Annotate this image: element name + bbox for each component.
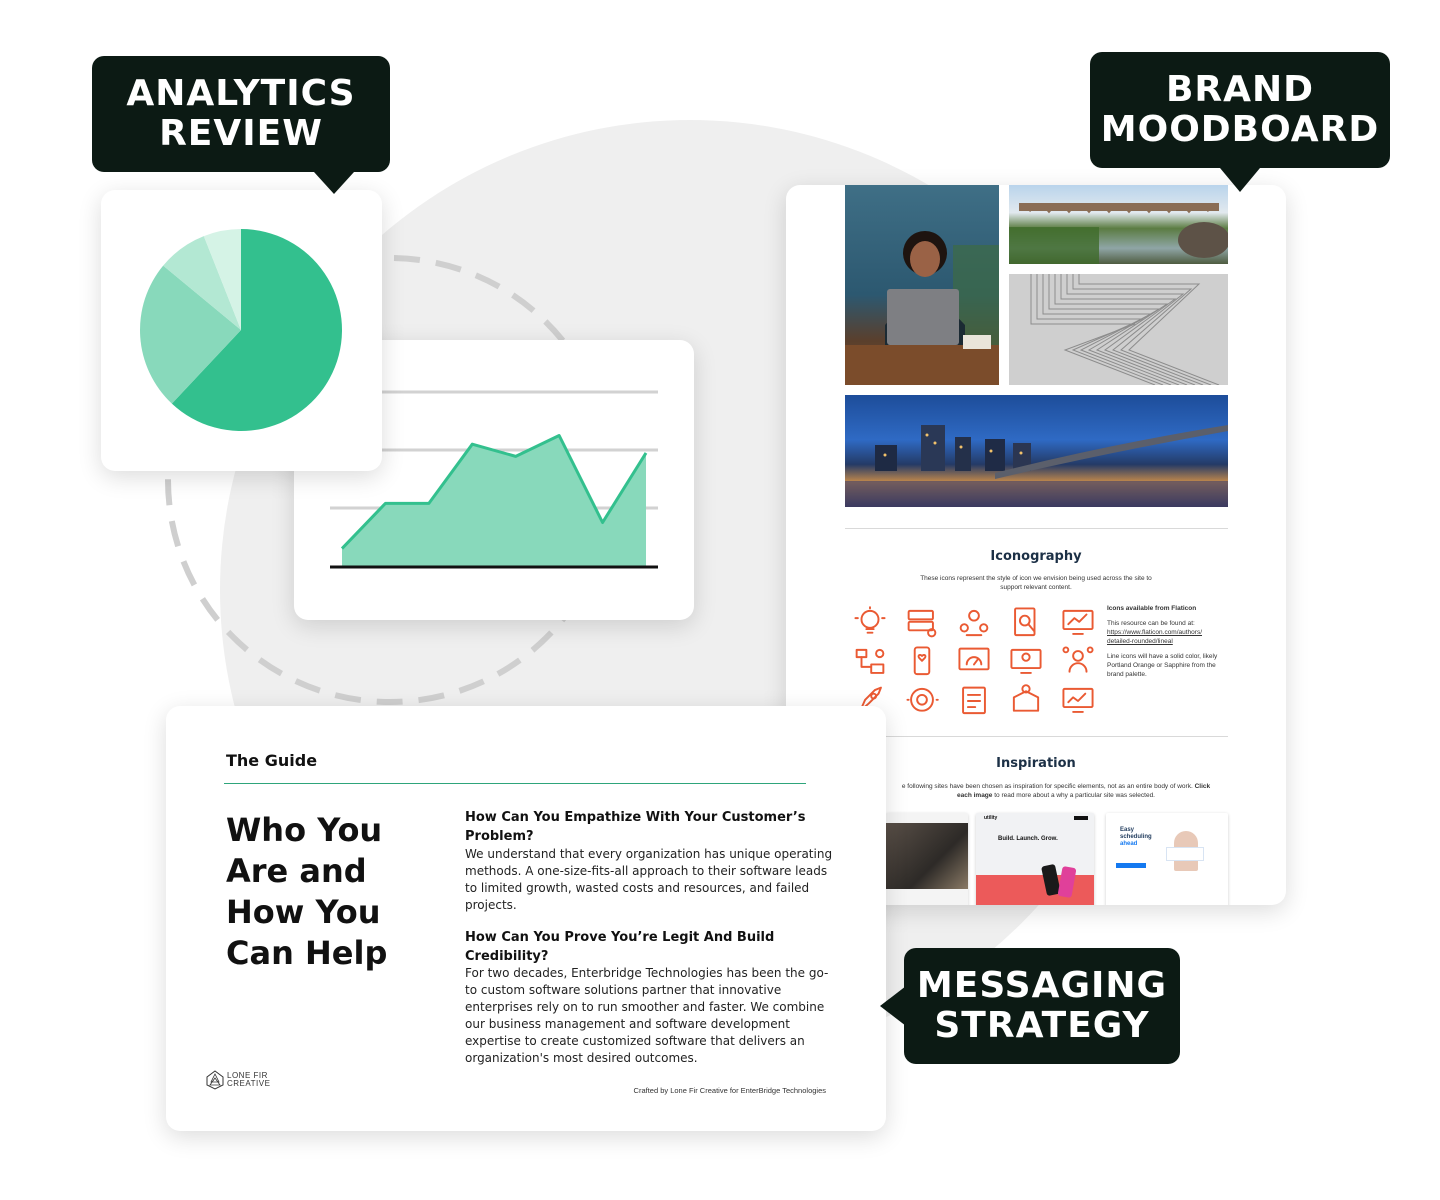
iconography-intro: These icons represent the style of icon … (920, 575, 1152, 591)
photo-line-pattern (1009, 274, 1228, 385)
user-network-icon (1052, 642, 1104, 681)
brand-moodboard-callout: BRAND MOODBOARD (1090, 52, 1390, 192)
pie-chart (140, 229, 343, 431)
guide-footer: Crafted by Lone Fir Creative for EnterBr… (633, 1086, 826, 1095)
analytics-monitor-icon (1052, 603, 1104, 642)
guide-question-1: How Can You Empathize With Your Customer… (465, 810, 806, 844)
flaticon-link[interactable]: https://www.flaticon.com/authors/ detail… (1107, 628, 1237, 646)
analytics-review-callout: ANALYTICS REVIEW (92, 56, 390, 194)
dashboard-icon (948, 642, 1000, 681)
inspiration-thumb-3[interactable]: Easy scheduling ahead (1106, 813, 1228, 905)
box-settings-icon (1000, 681, 1052, 720)
moodboard-divider-1 (845, 528, 1228, 529)
fir-tree-icon (206, 1070, 224, 1090)
team-icon (948, 603, 1000, 642)
lightbulb-icon (844, 603, 896, 642)
guide-divider (224, 783, 806, 784)
guide-card: The Guide Who You Are and How You Can He… (166, 706, 886, 1131)
inspiration-intro: e following sites have been chosen as in… (901, 783, 1211, 799)
inspiration-thumb-2[interactable]: utility Build. Launch. Grow. (976, 813, 1094, 905)
document-search-icon (1000, 603, 1052, 642)
inspiration-thumb-1[interactable] (886, 813, 968, 905)
guide-answer-1: We understand that every organization ha… (465, 847, 833, 912)
guide-title: Who You Are and How You Can Help (226, 811, 388, 972)
lone-fir-logo: LONE FIR CREATIVE (206, 1070, 270, 1090)
code-settings-icon (896, 603, 948, 642)
icon-grid (844, 603, 1104, 720)
checklist-icon (948, 681, 1000, 720)
iconography-heading: Iconography (990, 549, 1082, 564)
guide-question-2: How Can You Prove You’re Legit And Build… (465, 930, 775, 964)
workflow-icon (844, 642, 896, 681)
photo-woman-laptop (845, 185, 999, 385)
photo-river-bridge (1009, 185, 1228, 264)
mobile-heart-icon (896, 642, 948, 681)
iconography-source-note: Icons available from Flaticon This resou… (1107, 604, 1237, 679)
monitor-idea-icon (1000, 642, 1052, 681)
photo-city-skyline (845, 395, 1228, 507)
messaging-strategy-callout: MESSAGING STRATEGY (880, 948, 1180, 1064)
guide-answer-2: For two decades, Enterbridge Technologie… (465, 966, 829, 1065)
guide-label: The Guide (226, 751, 318, 770)
moodboard-divider-2 (845, 736, 1228, 737)
pie-chart-card (101, 190, 382, 471)
chart-monitor-icon (1052, 681, 1104, 720)
area-fill (342, 435, 646, 566)
gear-cycle-icon (896, 681, 948, 720)
